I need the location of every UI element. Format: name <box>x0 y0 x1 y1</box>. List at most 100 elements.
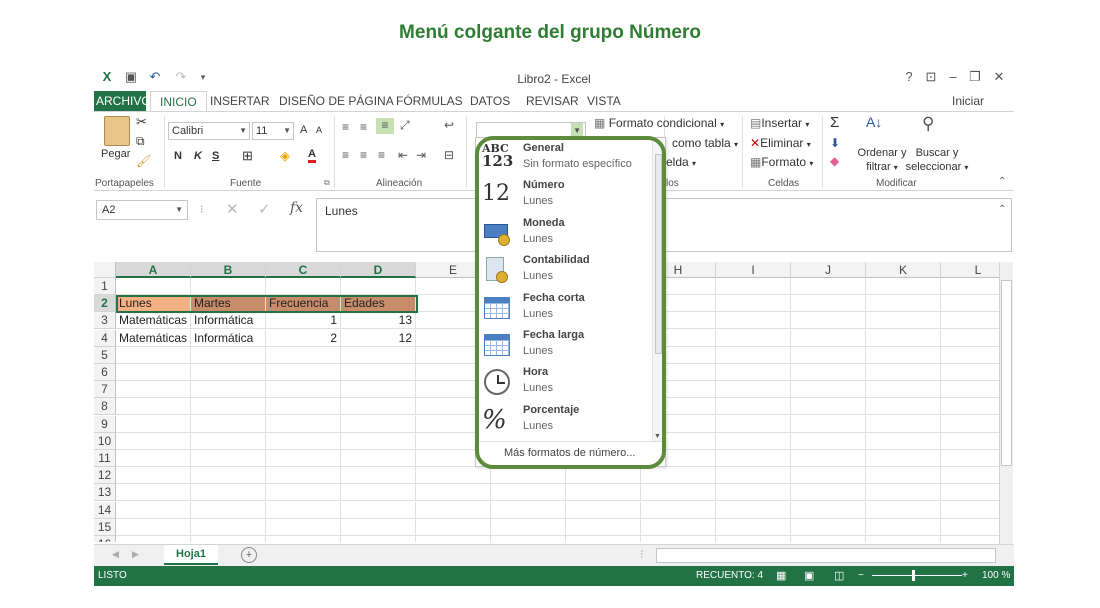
cell-a14[interactable] <box>116 501 191 519</box>
cell-k16[interactable] <box>866 536 941 542</box>
conditional-format-button[interactable]: ▦ Formato condicional ▾ <box>594 116 724 130</box>
dialog-launcher-icon[interactable]: ⧉ <box>324 178 330 188</box>
cell-k10[interactable] <box>866 432 941 450</box>
cell-f14[interactable] <box>491 501 566 519</box>
font-size-select[interactable]: 11 ▼ <box>252 122 294 140</box>
number-format-option[interactable]: Hora Lunes <box>476 363 651 400</box>
cell-d7[interactable] <box>341 381 416 399</box>
cell-a4[interactable]: Matemáticas <box>116 329 191 347</box>
scrollbar-thumb[interactable] <box>1001 280 1012 466</box>
cell-k3[interactable] <box>866 312 941 330</box>
cell-i12[interactable] <box>716 467 791 485</box>
row-header-9[interactable]: 9 <box>94 415 116 433</box>
cell-h16[interactable] <box>641 536 716 542</box>
cell-b7[interactable] <box>191 381 266 399</box>
clear-icon[interactable]: ◆ <box>830 154 839 168</box>
underline-button[interactable]: S <box>212 150 219 162</box>
align-bottom-icon[interactable]: ≡ <box>376 118 394 134</box>
cell-l15[interactable] <box>941 519 999 536</box>
cancel-entry-icon[interactable]: ✕ <box>226 200 239 218</box>
cell-b12[interactable] <box>191 467 266 485</box>
cell-l10[interactable] <box>941 433 999 450</box>
cell-d9[interactable] <box>341 415 416 433</box>
align-right-icon[interactable]: ≡ <box>378 148 385 162</box>
sheet-tab-hoja1[interactable]: Hoja1 <box>164 545 218 565</box>
cell-d13[interactable] <box>341 484 416 502</box>
cell-a12[interactable] <box>116 467 191 485</box>
align-left-icon[interactable]: ≡ <box>342 148 349 162</box>
cell-d16[interactable] <box>341 536 416 542</box>
align-top-icon[interactable]: ≡ <box>342 120 349 134</box>
cell-a15[interactable] <box>116 518 191 536</box>
fill-color-icon[interactable]: ◈ <box>280 148 290 164</box>
cell-l5[interactable] <box>941 347 999 364</box>
increase-indent-icon[interactable]: ⇥ <box>416 148 426 162</box>
cell-k13[interactable] <box>866 484 941 502</box>
cell-b16[interactable] <box>191 536 266 542</box>
cell-j2[interactable] <box>791 295 866 313</box>
number-format-option[interactable]: Moneda Lunes <box>476 214 651 251</box>
collapse-ribbon-icon[interactable]: ⌃ <box>998 176 1006 187</box>
cell-l4[interactable] <box>941 330 999 347</box>
row-header-1[interactable]: 1 <box>94 278 116 295</box>
cell-i13[interactable] <box>716 484 791 502</box>
cell-d1[interactable] <box>341 278 416 295</box>
number-format-option[interactable]: Fecha corta Lunes <box>476 289 651 326</box>
row-header-4[interactable]: 4 <box>94 329 116 347</box>
cell-j7[interactable] <box>791 381 866 399</box>
cell-k5[interactable] <box>866 346 941 364</box>
cell-k4[interactable] <box>866 329 941 347</box>
help-icon[interactable]: ? <box>902 70 916 84</box>
cell-a3[interactable]: Matemáticas <box>116 312 191 330</box>
font-color-button[interactable]: A <box>308 148 316 163</box>
cell-l14[interactable] <box>941 502 999 519</box>
cell-d10[interactable] <box>341 432 416 450</box>
number-format-option[interactable]: Fecha larga Lunes <box>476 326 651 363</box>
cell-d11[interactable] <box>341 450 416 467</box>
cell-a10[interactable] <box>116 432 191 450</box>
cell-b9[interactable] <box>191 415 266 433</box>
cell-c11[interactable] <box>266 450 341 467</box>
cell-k15[interactable] <box>866 518 941 536</box>
row-header-7[interactable]: 7 <box>94 381 116 399</box>
cell-f12[interactable] <box>491 467 566 485</box>
page-break-icon[interactable]: ◫ <box>834 566 844 586</box>
cell-k14[interactable] <box>866 501 941 519</box>
tab-vista[interactable]: VISTA <box>585 91 623 111</box>
ribbon-display-icon[interactable]: ⊡ <box>924 70 938 84</box>
cell-k12[interactable] <box>866 467 941 485</box>
cell-k9[interactable] <box>866 415 941 433</box>
sign-in-link[interactable]: Iniciar sesión <box>950 91 1014 128</box>
dropdown-scrollbar[interactable]: ▼ <box>652 138 664 441</box>
cell-i11[interactable] <box>716 450 791 467</box>
cell-k1[interactable] <box>866 278 941 295</box>
cell-f13[interactable] <box>491 484 566 502</box>
bold-button[interactable]: N <box>174 150 182 162</box>
cell-l9[interactable] <box>941 416 999 433</box>
cell-e15[interactable] <box>416 518 491 536</box>
cell-d6[interactable] <box>341 364 416 381</box>
orientation-icon[interactable]: ⤢ <box>400 118 410 133</box>
cell-i15[interactable] <box>716 518 791 536</box>
cell-j15[interactable] <box>791 518 866 536</box>
cell-d4[interactable]: 12 <box>341 329 416 347</box>
cell-styles-button[interactable]: elda ▾ <box>666 155 696 169</box>
cell-i6[interactable] <box>716 364 791 381</box>
cell-j6[interactable] <box>791 364 866 381</box>
cell-i1[interactable] <box>716 278 791 295</box>
cut-icon[interactable]: ✂ <box>136 114 147 130</box>
next-sheet-icon[interactable]: ▶ <box>132 549 139 560</box>
cell-h13[interactable] <box>641 484 716 502</box>
cell-c13[interactable] <box>266 484 341 502</box>
delete-cells-button[interactable]: ✕Eliminar ▾ <box>750 136 811 150</box>
cell-l1[interactable] <box>941 278 999 295</box>
cell-j3[interactable] <box>791 312 866 330</box>
page-layout-icon[interactable]: ▣ <box>804 566 814 586</box>
cell-l13[interactable] <box>941 484 999 502</box>
cell-i4[interactable] <box>716 329 791 347</box>
insert-function-icon[interactable]: fx <box>290 200 303 216</box>
zoom-slider[interactable] <box>872 575 962 576</box>
tab-revisar[interactable]: REVISAR <box>524 91 581 111</box>
cell-c10[interactable] <box>266 432 341 450</box>
cell-g12[interactable] <box>566 467 641 485</box>
